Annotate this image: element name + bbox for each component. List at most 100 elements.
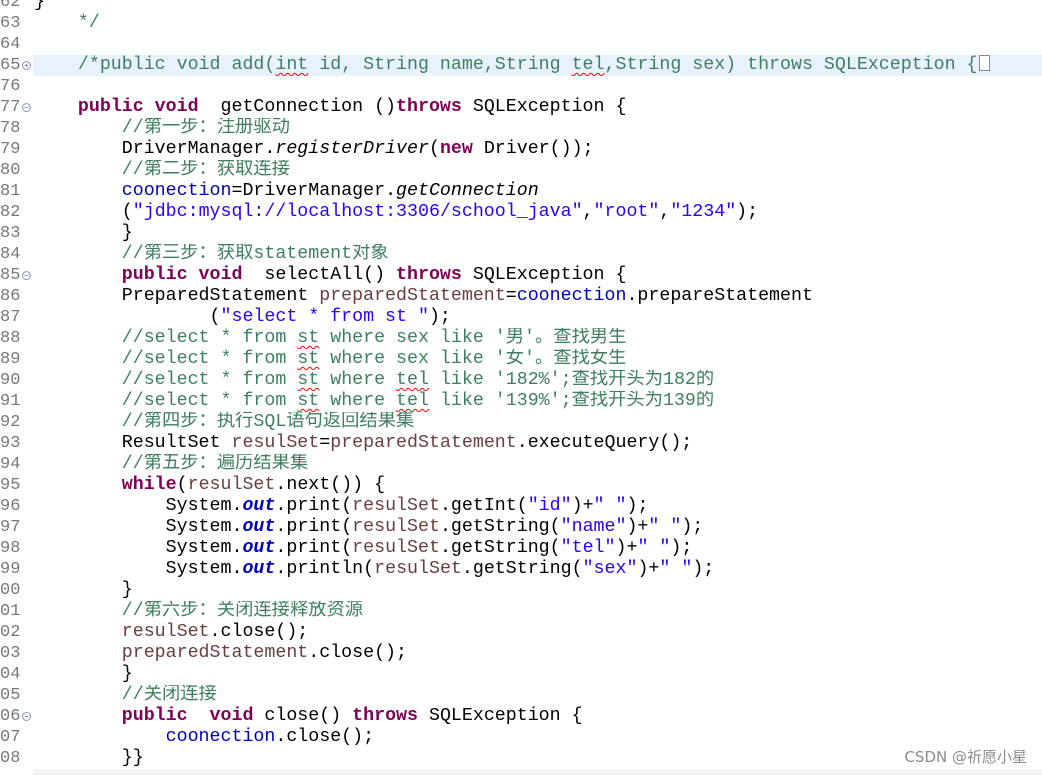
code-token[interactable]: .close(); (308, 643, 407, 663)
local-variable[interactable]: preparedStatement (319, 286, 506, 306)
comment-token[interactable]: where (319, 370, 396, 390)
local-variable[interactable]: resulSet (34, 622, 210, 642)
local-variable[interactable]: resulSet (374, 559, 462, 579)
code-line[interactable]: 08 }} (0, 748, 1042, 769)
code-text[interactable]: //第三步：获取statement对象 (33, 244, 1042, 265)
code-token[interactable]: .println( (275, 559, 374, 579)
code-line[interactable]: 77 public void getConnection ()throws SQ… (0, 97, 1042, 118)
code-token[interactable]: ( (34, 307, 221, 327)
code-text[interactable]: ("select * from st "); (33, 307, 1042, 328)
keyword-token[interactable]: throws (396, 265, 462, 285)
code-line[interactable]: 96 System.out.print(resulSet.getInt("id"… (0, 496, 1042, 517)
code-text[interactable]: coonection.close(); (33, 727, 1042, 748)
code-text[interactable]: PreparedStatement preparedStatement=coon… (33, 286, 1042, 307)
code-text[interactable]: //第五步：遍历结果集 (33, 454, 1042, 475)
comment-token[interactable]: //select * from (34, 328, 297, 348)
misspelled-word[interactable]: st (297, 391, 319, 411)
code-line[interactable]: 83 } (0, 223, 1042, 244)
code-token[interactable]: )+ (572, 496, 594, 516)
misspelled-word[interactable]: tel (396, 391, 429, 411)
code-text[interactable]: //select * from st where tel like '182%'… (33, 370, 1042, 391)
comment-token[interactable]: /*public void add( (34, 55, 275, 75)
code-text[interactable]: ("jdbc:mysql://localhost:3306/school_jav… (33, 202, 1042, 223)
code-token[interactable]: ( (34, 202, 133, 222)
code-line[interactable]: 85 public void selectAll() throws SQLExc… (0, 265, 1042, 286)
code-token[interactable]: ResultSet (34, 433, 231, 453)
code-line[interactable]: 06 public void close() throws SQLExcepti… (0, 706, 1042, 727)
code-token[interactable]: ( (177, 475, 188, 495)
code-token[interactable]: .prepareStatement (626, 286, 813, 306)
code-token[interactable]: } (34, 0, 45, 12)
code-text[interactable]: public void selectAll() throws SQLExcept… (33, 265, 1042, 286)
keyword-token[interactable]: public void (34, 706, 254, 726)
code-line[interactable]: 64 (0, 34, 1042, 55)
code-token[interactable]: SQLException { (462, 265, 627, 285)
string-literal[interactable]: "jdbc:mysql://localhost:3306/school_java… (133, 202, 583, 222)
code-token[interactable]: ); (692, 559, 714, 579)
code-line[interactable]: 76 (0, 76, 1042, 97)
code-line[interactable]: 00 } (0, 580, 1042, 601)
code-token[interactable]: ); (626, 496, 648, 516)
comment-token[interactable]: //select * from (34, 370, 297, 390)
code-token[interactable]: getConnection () (199, 97, 397, 117)
code-token[interactable]: System. (34, 517, 243, 537)
misspelled-word[interactable]: int (275, 55, 308, 75)
local-variable[interactable]: resulSet (231, 433, 319, 453)
local-variable[interactable]: resulSet (352, 496, 440, 516)
comment-token[interactable]: like '182%';查找开头为182的 (429, 370, 714, 390)
local-variable[interactable]: preparedStatement (34, 643, 309, 663)
local-variable[interactable]: resulSet (188, 475, 276, 495)
comment-token[interactable]: like '139%';查找开头为139的 (429, 391, 714, 411)
field-reference[interactable]: coonection (34, 727, 276, 747)
code-token[interactable]: selectAll() (242, 265, 396, 285)
code-line[interactable]: 03 preparedStatement.close(); (0, 643, 1042, 664)
code-line[interactable]: 01 //第六步：关闭连接释放资源 (0, 601, 1042, 622)
comment-token[interactable]: //第五步：遍历结果集 (34, 454, 309, 474)
code-token[interactable]: , (659, 202, 670, 222)
code-line[interactable]: 86 PreparedStatement preparedStatement=c… (0, 286, 1042, 307)
string-literal[interactable]: " " (637, 538, 670, 558)
code-token[interactable]: )+ (615, 538, 637, 558)
code-text[interactable]: //第二步：获取连接 (33, 160, 1042, 181)
code-token[interactable]: ); (670, 538, 692, 558)
static-field-reference[interactable]: out (242, 496, 275, 516)
code-line[interactable]: 63 */ (0, 13, 1042, 34)
string-literal[interactable]: "sex" (583, 559, 638, 579)
code-token[interactable]: )+ (637, 559, 659, 579)
code-token[interactable]: SQLException { (418, 706, 583, 726)
code-line[interactable]: 84 //第三步：获取statement对象 (0, 244, 1042, 265)
code-text[interactable] (33, 76, 1042, 97)
code-token[interactable]: SQLException { (462, 97, 627, 117)
code-text[interactable]: //select * from st where sex like '男'。查找… (33, 328, 1042, 349)
code-text[interactable]: System.out.print(resulSet.getString("nam… (33, 517, 1042, 538)
code-text[interactable]: //select * from st where sex like '女'。查找… (33, 349, 1042, 370)
code-token[interactable]: .getString( (440, 517, 561, 537)
code-token[interactable]: , (583, 202, 594, 222)
string-literal[interactable]: " " (659, 559, 692, 579)
comment-token[interactable]: where (319, 391, 396, 411)
code-token[interactable]: ); (736, 202, 758, 222)
code-text[interactable]: System.out.print(resulSet.getString("tel… (33, 538, 1042, 559)
code-text[interactable]: */ (33, 13, 1042, 34)
misspelled-word[interactable]: st (297, 370, 319, 390)
code-lines[interactable]: 62} 63 */64 65 /*public void add(int id, S… (0, 0, 1042, 769)
code-line[interactable]: 92 //第四步：执行SQL语句返回结果集 (0, 412, 1042, 433)
code-line[interactable]: 91 //select * from st where tel like '13… (0, 391, 1042, 412)
misspelled-word[interactable]: tel (572, 55, 605, 75)
code-token[interactable]: .getString( (440, 538, 561, 558)
code-token[interactable]: System. (34, 538, 243, 558)
code-line[interactable]: 99 System.out.println(resulSet.getString… (0, 559, 1042, 580)
code-token[interactable]: .next()) { (275, 475, 385, 495)
keyword-token[interactable]: public void (34, 97, 199, 117)
local-variable[interactable]: resulSet (352, 538, 440, 558)
code-line[interactable]: 89 //select * from st where sex like '女'… (0, 349, 1042, 370)
string-literal[interactable]: " " (648, 517, 681, 537)
static-method-call[interactable]: getConnection (396, 181, 539, 201)
code-token[interactable]: .executeQuery(); (517, 433, 693, 453)
code-line[interactable]: 88 //select * from st where sex like '男'… (0, 328, 1042, 349)
code-token[interactable]: .getString( (462, 559, 583, 579)
static-field-reference[interactable]: out (242, 517, 275, 537)
code-text[interactable]: System.out.print(resulSet.getInt("id")+"… (33, 496, 1042, 517)
comment-token[interactable]: id, String name,String (308, 55, 571, 75)
string-literal[interactable]: "1234" (670, 202, 736, 222)
